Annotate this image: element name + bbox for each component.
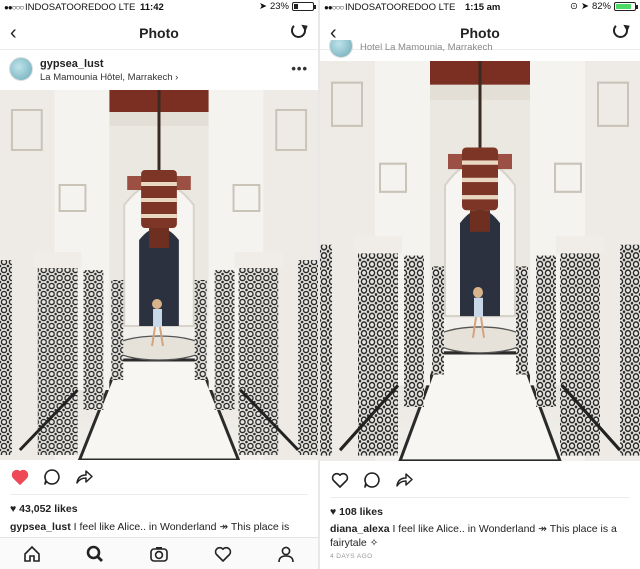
page-title: Photo	[139, 25, 179, 41]
post-caption: diana_alexa I feel like Alice.. in Wonde…	[330, 522, 630, 550]
caption-text: I feel like Alice.. in Wonderland ↠ This…	[73, 521, 290, 533]
likes-count[interactable]: ♥ 43,052 likes	[10, 503, 78, 515]
post-header-partial: Hotel La Mamounia, Marrakech	[320, 40, 640, 62]
signal-strength-icon: ●●○○○	[4, 3, 24, 12]
refresh-icon[interactable]	[613, 23, 628, 38]
caption-username[interactable]: diana_alexa	[330, 523, 390, 535]
heart-icon[interactable]	[10, 467, 30, 487]
post-timestamp: 4 DAYS AGO	[330, 553, 373, 560]
nav-bar: ‹ Photo	[0, 16, 318, 50]
status-bar: ●●○○○ INDOSATOOREDOO LTE 11:42 ➤ 23%	[0, 0, 318, 16]
post-caption: gypsea_lust I feel like Alice.. in Wonde…	[10, 520, 308, 534]
caption-username[interactable]: gypsea_lust	[10, 521, 71, 533]
post-username[interactable]: gypsea_lust	[40, 58, 104, 70]
share-icon[interactable]	[394, 470, 414, 490]
battery-fill	[616, 4, 631, 9]
post-header: gypsea_lust La Mamounia Hôtel, Marrakech…	[0, 51, 318, 89]
post-photo[interactable]	[0, 90, 318, 460]
battery-percent: 23%	[269, 1, 289, 12]
avatar[interactable]	[9, 57, 33, 81]
clock: 1:15 am	[465, 2, 501, 13]
right-screenshot: ●●○○○ INDOSATOOREDOO LTE 1:15 am ⊙ ➤ 82%…	[320, 0, 640, 569]
post-location[interactable]: La Mamounia Hôtel, Marrakech ›	[40, 72, 178, 83]
activity-heart-icon[interactable]	[212, 543, 234, 565]
action-bar	[330, 469, 414, 491]
avatar[interactable]	[329, 40, 353, 58]
battery-icon	[292, 2, 316, 11]
page-title: Photo	[460, 25, 500, 41]
status-right: ⊙ ➤ 82%	[570, 1, 638, 12]
heart-icon[interactable]	[330, 470, 350, 490]
divider	[10, 494, 308, 495]
more-options-icon[interactable]: •••	[291, 61, 308, 76]
refresh-icon[interactable]	[291, 23, 306, 38]
tab-bar	[0, 537, 318, 569]
search-icon[interactable]	[84, 543, 106, 565]
battery-icon	[614, 2, 638, 11]
post-location[interactable]: Hotel La Mamounia, Marrakech	[360, 42, 493, 53]
alarm-icon: ⊙	[570, 1, 579, 12]
photo-image	[0, 90, 318, 460]
battery-fill	[294, 4, 299, 9]
status-bar: ●●○○○ INDOSATOOREDOO LTE 1:15 am ⊙ ➤ 82%	[320, 0, 640, 16]
signal-strength-icon: ●●○○○	[324, 3, 344, 12]
clock: 11:42	[140, 2, 164, 13]
post-photo[interactable]	[320, 61, 640, 461]
battery-percent: 82%	[591, 1, 611, 12]
action-bar	[10, 466, 94, 488]
location-arrow-icon: ➤	[259, 1, 267, 12]
status-right: ➤ 23%	[259, 1, 316, 12]
carrier-label: INDOSATOOREDOO LTE	[25, 2, 136, 13]
home-icon[interactable]	[21, 543, 43, 565]
divider	[330, 497, 630, 498]
location-arrow-icon: ➤	[581, 1, 589, 12]
photo-image	[320, 61, 640, 461]
carrier-label: INDOSATOOREDOO LTE	[345, 2, 456, 13]
likes-count[interactable]: ♥ 108 likes	[330, 506, 383, 518]
comment-icon[interactable]	[362, 470, 382, 490]
camera-icon[interactable]	[148, 543, 170, 565]
share-icon[interactable]	[74, 467, 94, 487]
comment-icon[interactable]	[42, 467, 62, 487]
profile-icon[interactable]	[275, 543, 297, 565]
left-screenshot: ●●○○○ INDOSATOOREDOO LTE 11:42 ➤ 23% ‹ P…	[0, 0, 318, 569]
